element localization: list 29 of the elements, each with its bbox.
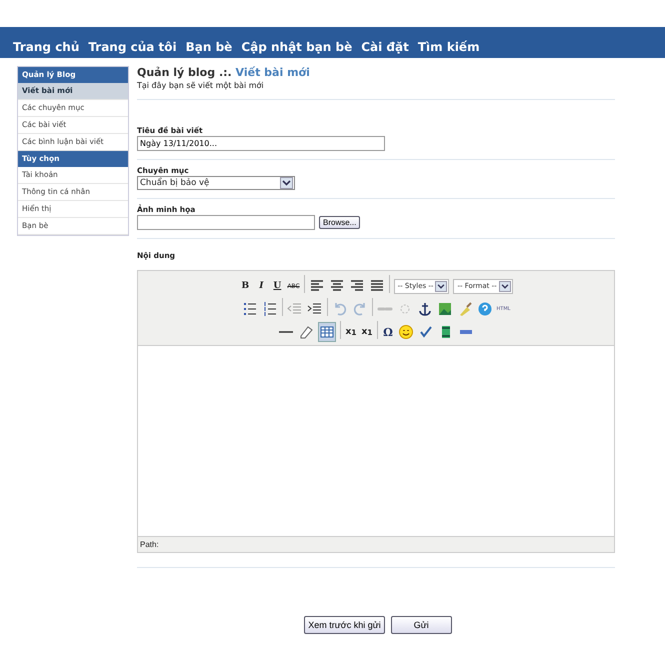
table-icon[interactable] — [318, 322, 336, 342]
format-button[interactable]: B — [239, 277, 252, 295]
path-label: Path: — [140, 540, 159, 549]
nav-link[interactable]: Cài đặt — [361, 40, 409, 54]
nav-link[interactable]: Tìm kiếm — [418, 40, 480, 54]
nav-link[interactable]: Cập nhật bạn bè — [241, 40, 352, 54]
nav-link[interactable]: Bạn bè — [186, 40, 232, 54]
anchor-icon[interactable] — [416, 300, 433, 318]
page-title: Quản lý blog .:. Viết bài mới — [137, 66, 311, 79]
category-dropdown[interactable]: Chuẩn bị bảo vệ — [137, 176, 295, 190]
format-button[interactable]: I — [255, 277, 268, 295]
help-icon[interactable] — [476, 300, 493, 318]
format-button[interactable]: U — [271, 277, 284, 295]
file-path-field[interactable] — [137, 215, 315, 230]
preview-button[interactable]: Xem trước khi gửi — [304, 616, 385, 634]
bullets-icon[interactable] — [242, 300, 258, 318]
browse-button[interactable]: Browse... — [319, 216, 360, 229]
format-button[interactable]: Ω — [382, 323, 394, 341]
smiley-icon[interactable] — [398, 323, 414, 341]
caret-icon — [280, 177, 293, 189]
nav-link[interactable]: Trang chủ — [13, 40, 80, 54]
numbers-icon[interactable] — [262, 300, 278, 318]
image-icon[interactable] — [436, 300, 453, 318]
submit-button[interactable]: Gửi — [390, 616, 452, 634]
page-description: Tại đây bạn sẽ viết một bài mới — [137, 81, 265, 90]
nav-link[interactable]: Trang của tôi — [88, 40, 177, 54]
caret-icon — [435, 280, 448, 292]
caret-icon — [498, 280, 511, 292]
title-field[interactable]: Ngày 13/11/2010... — [137, 136, 385, 151]
